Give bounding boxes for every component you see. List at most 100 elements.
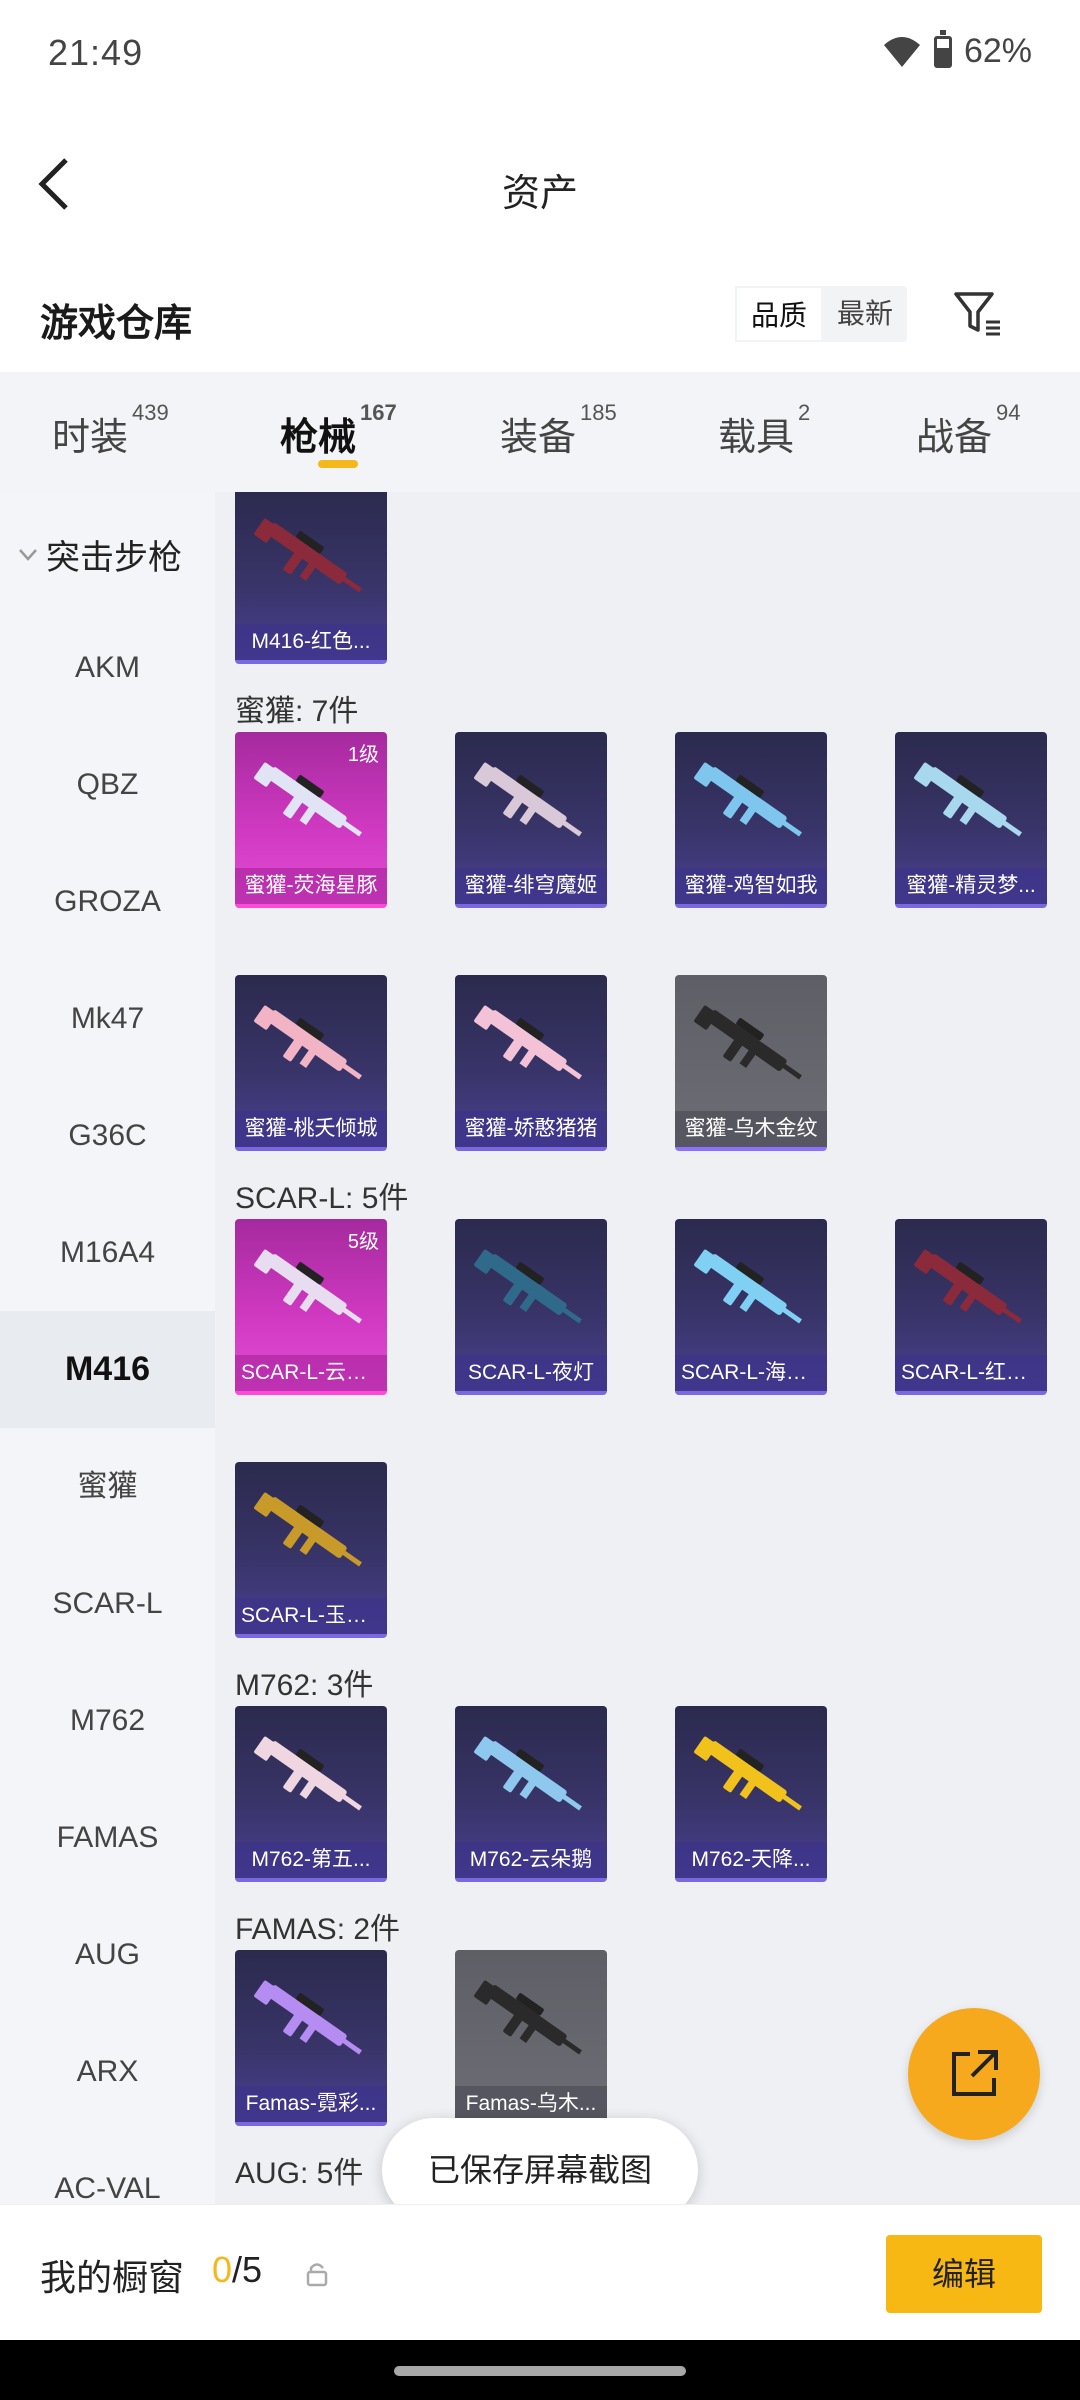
level-badge: 5级 <box>347 1231 379 1253</box>
weapon-skin-name: 蜜獾-精灵梦... <box>895 868 1047 904</box>
weapon-skin-card[interactable]: Famas-霓彩... <box>235 1950 387 2126</box>
sidebar-item[interactable]: AUG <box>0 1896 215 2013</box>
weapon-icon <box>474 1249 582 1324</box>
weapon-skin-card[interactable]: 1级 蜜獾-荧海星豚 <box>235 732 387 908</box>
status-bar: 21:49 62% <box>0 0 1080 110</box>
weapon-skin-name: Famas-乌木... <box>455 2086 607 2122</box>
status-time: 21:49 <box>48 32 144 73</box>
weapon-skin-name: 蜜獾-荧海星豚 <box>235 868 387 904</box>
sidebar-item[interactable]: GROZA <box>0 843 215 960</box>
weapon-skin-card[interactable]: Famas-乌木... <box>455 1950 607 2126</box>
group-label: 蜜獾: 7件 <box>235 695 359 728</box>
weapon-skin-card[interactable]: SCAR-L-玉兔... <box>235 1462 387 1638</box>
weapon-icon <box>474 1980 582 2055</box>
weapon-skin-card[interactable]: 蜜獾-精灵梦... <box>895 732 1047 908</box>
sidebar-item[interactable]: AKM <box>0 609 215 726</box>
sort-quality-button[interactable]: 品质 <box>735 286 823 342</box>
weapon-skin-name: M762-第五... <box>235 1842 387 1878</box>
sidebar-item[interactable]: Mk47 <box>0 960 215 1077</box>
weapon-icon <box>254 1005 362 1080</box>
sidebar-item[interactable]: M416 <box>0 1311 215 1428</box>
weapon-skin-name: 蜜獾-绯穹魔姬 <box>455 868 607 904</box>
weapon-icon <box>254 518 362 593</box>
weapon-skin-card[interactable]: 蜜獾-绯穹魔姬 <box>455 732 607 908</box>
tab-equipment[interactable]: 装备185 <box>500 400 617 461</box>
group-label: AUG: 5件 <box>235 2157 364 2190</box>
chevron-down-icon <box>19 548 37 561</box>
tab-guns[interactable]: 枪械167 <box>280 400 397 461</box>
weapon-icon <box>914 1249 1022 1324</box>
weapon-skin-card[interactable]: 5级 SCAR-L-云端... <box>235 1219 387 1395</box>
weapon-skin-card[interactable]: SCAR-L-红色... <box>895 1219 1047 1395</box>
weapon-skin-card[interactable]: M762-天降... <box>675 1706 827 1882</box>
weapon-icon <box>694 1005 802 1080</box>
weapon-skin-name: M762-天降... <box>675 1842 827 1878</box>
weapon-icon <box>694 1736 802 1811</box>
edit-button[interactable]: 编辑 <box>886 2235 1042 2313</box>
weapon-skin-card[interactable]: SCAR-L-夜灯 <box>455 1219 607 1395</box>
group-label: M762: 3件 <box>235 1669 374 1702</box>
weapon-skin-name: SCAR-L-玉兔... <box>235 1598 387 1634</box>
sidebar-item[interactable]: QBZ <box>0 726 215 843</box>
weapon-skin-card[interactable]: 蜜獾-鸡智如我 <box>675 732 827 908</box>
sort-toggle: 品质 最新 <box>735 286 907 342</box>
weapon-skin-name: M416-红色... <box>235 624 387 660</box>
active-tab-indicator <box>318 460 358 468</box>
battery-percent: 62% <box>963 32 1032 70</box>
battery-icon <box>933 29 952 68</box>
weapon-category-sidebar: 突击步枪 AKM QBZ GROZA Mk47 G36C M16A4 M416 蜜獾 SCAR-… <box>0 492 215 2204</box>
weapon-skin-card[interactable]: 蜜獾-桃夭倾城 <box>235 975 387 1151</box>
weapon-skin-name: Famas-霓彩... <box>235 2086 387 2122</box>
showcase-count: 0/5 <box>212 2249 263 2290</box>
tab-skins[interactable]: 时装439 <box>52 400 169 461</box>
lock-icon <box>306 2263 328 2287</box>
weapon-skin-name: M762-云朵鹅 <box>455 1842 607 1878</box>
sidebar-item[interactable]: G36C <box>0 1077 215 1194</box>
weapon-icon <box>474 762 582 837</box>
weapon-skin-name: 蜜獾-鸡智如我 <box>675 868 827 904</box>
weapon-icon <box>254 762 362 837</box>
sort-latest-button[interactable]: 最新 <box>823 286 907 342</box>
weapon-icon <box>694 762 802 837</box>
group-label: SCAR-L: 5件 <box>235 1182 409 1215</box>
share-external-icon <box>952 2050 998 2096</box>
page-title: 资产 <box>501 173 578 215</box>
section-header: 游戏仓库 品质 最新 <box>0 270 1080 370</box>
weapon-skin-card[interactable]: 蜜獾-乌木金纹 <box>675 975 827 1151</box>
sidebar-item[interactable]: SCAR-L <box>0 1545 215 1662</box>
weapon-skin-name: 蜜獾-娇憨猪猪 <box>455 1111 607 1147</box>
sidebar-item[interactable]: M762 <box>0 1662 215 1779</box>
section-title: 游戏仓库 <box>40 303 193 345</box>
weapon-skin-card[interactable]: M762-第五... <box>235 1706 387 1882</box>
weapon-skin-name: SCAR-L-海盐... <box>675 1355 827 1391</box>
weapon-skin-card[interactable]: M416-红色... <box>235 492 387 664</box>
weapon-icon <box>254 1980 362 2055</box>
top-app-bar: 资产 <box>0 110 1080 260</box>
weapon-icon <box>254 1736 362 1811</box>
sidebar-item[interactable]: 蜜獾 <box>0 1428 215 1545</box>
tab-vehicles[interactable]: 载具2 <box>718 400 810 461</box>
weapon-skin-name: 蜜獾-桃夭倾城 <box>235 1111 387 1147</box>
status-indicators: 62% <box>882 29 1032 71</box>
wifi-icon <box>883 36 920 67</box>
tab-supplies[interactable]: 战备94 <box>916 400 1021 461</box>
weapon-skin-name: 蜜獾-乌木金纹 <box>675 1111 827 1147</box>
sidebar-item[interactable]: ARX <box>0 2013 215 2130</box>
weapon-icon <box>914 762 1022 837</box>
weapon-skin-card[interactable]: 蜜獾-娇憨猪猪 <box>455 975 607 1151</box>
home-gesture-handle[interactable] <box>394 2366 686 2376</box>
weapon-icon <box>254 1492 362 1567</box>
sidebar-group-assault-rifles[interactable]: 突击步枪 <box>18 530 182 579</box>
weapon-skin-card[interactable]: SCAR-L-海盐... <box>675 1219 827 1395</box>
system-nav-bar <box>0 2340 1080 2400</box>
sidebar-item[interactable]: FAMAS <box>0 1779 215 1896</box>
sidebar-item[interactable]: M16A4 <box>0 1194 215 1311</box>
showcase-label: 我的橱窗 <box>40 2257 185 2298</box>
sidebar-item[interactable]: AC-VAL <box>0 2130 215 2204</box>
share-button[interactable] <box>908 2008 1040 2140</box>
weapon-icon <box>474 1736 582 1811</box>
weapon-skin-card[interactable]: M762-云朵鹅 <box>455 1706 607 1882</box>
sidebar-group-label: 突击步枪 <box>46 539 182 577</box>
filter-icon[interactable] <box>952 288 1004 340</box>
weapon-skin-name: SCAR-L-云端... <box>235 1355 387 1391</box>
